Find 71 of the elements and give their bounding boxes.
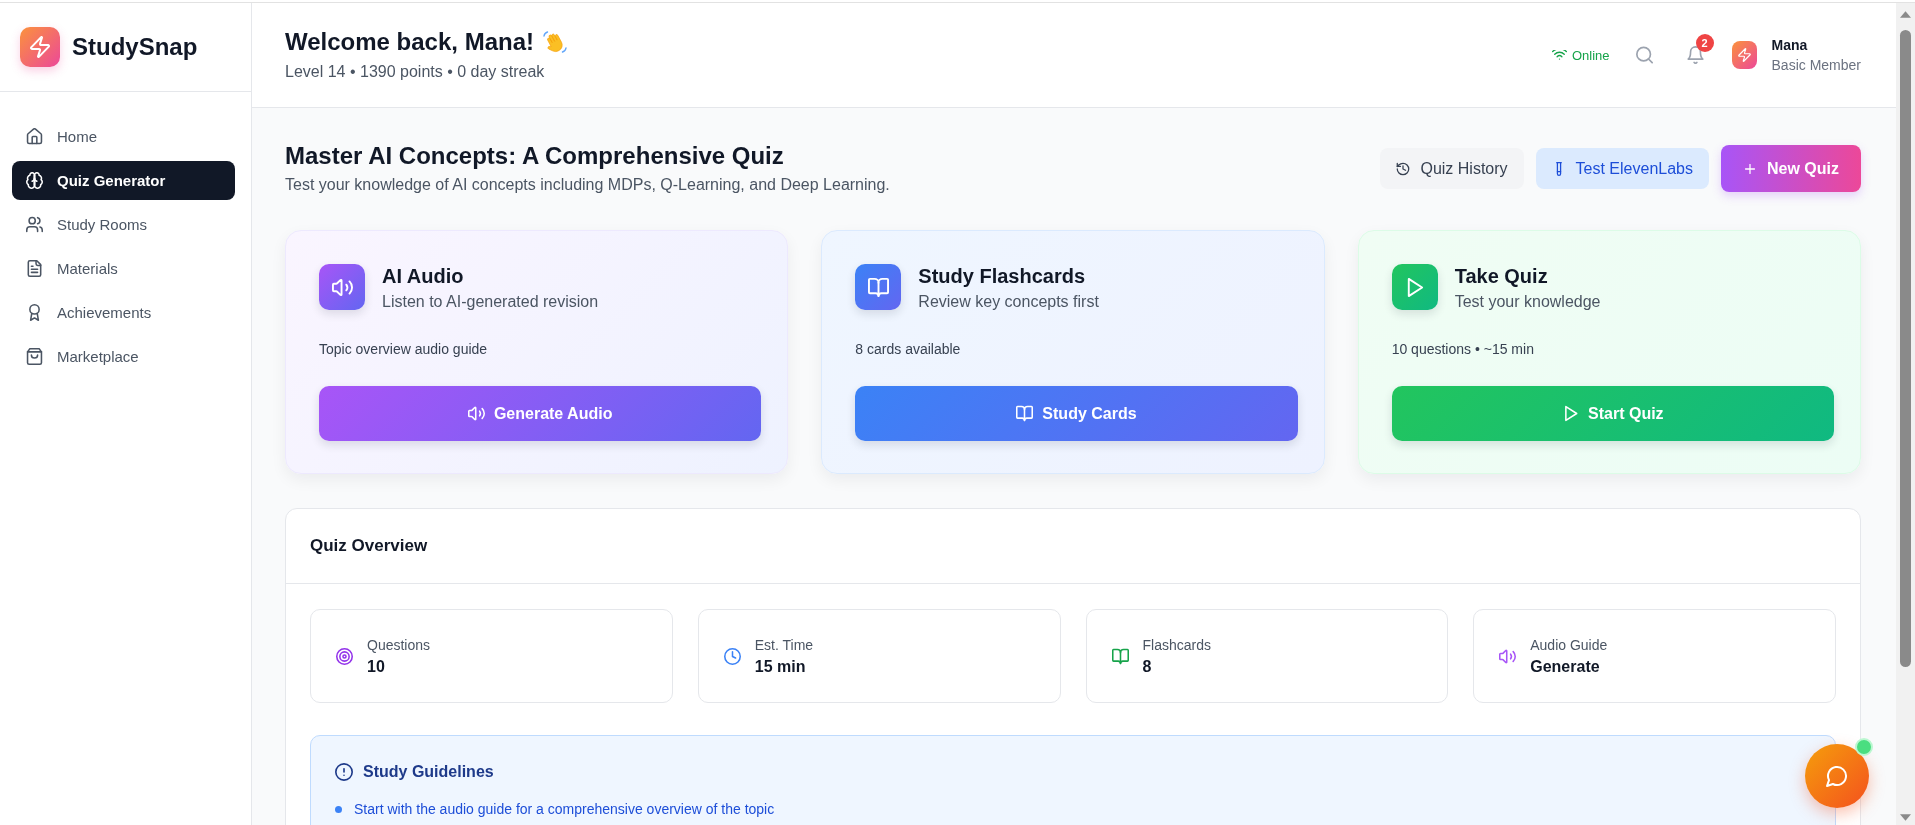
card-title: Take Quiz: [1454, 264, 1549, 288]
test-elevenlabs-button[interactable]: Test ElevenLabs: [1535, 148, 1709, 189]
sidebar-item[interactable]: Achievements: [12, 293, 235, 332]
card-subtitle: Review key concepts first: [918, 292, 1099, 312]
sidebar-item[interactable]: Study Rooms: [12, 205, 235, 244]
sidebar-item[interactable]: Marketplace: [12, 337, 235, 376]
card-detail: Topic overview audio guide: [319, 340, 489, 359]
alert-icon: [335, 763, 353, 781]
card-detail: 10 questions • ~15 min: [1391, 340, 1535, 359]
stat-label: Questions: [367, 635, 431, 654]
stat-value: 10: [367, 656, 386, 677]
stat-value: Generate: [1530, 656, 1601, 677]
open-book-icon: [1016, 405, 1034, 422]
target-icon: [336, 647, 353, 665]
quiz-title: Master AI Concepts: A Comprehensive Quiz: [285, 141, 785, 171]
greeting-title: Welcome back, Mana!: [285, 27, 534, 57]
waving-hand-icon: [542, 29, 568, 55]
plus-icon: [1743, 161, 1757, 176]
overview-title: Quiz Overview: [310, 536, 428, 556]
sidebar-item[interactable]: Quiz Generator: [12, 161, 235, 200]
speaker-icon: [467, 405, 485, 422]
stat-value: 8: [1142, 656, 1153, 677]
quiz-description: Test your knowledge of AI concepts including MDPs, Q-Learning, and Deep Learning.: [285, 175, 890, 195]
scrollbar[interactable]: [1896, 3, 1915, 825]
search-icon[interactable]: [1635, 46, 1653, 64]
scrollbar-thumb[interactable]: [1900, 30, 1911, 667]
history-icon: [1396, 161, 1411, 176]
user-name: Mana: [1771, 36, 1809, 54]
home-icon: [26, 128, 43, 145]
play-icon: [1391, 264, 1438, 310]
stat-label: Est. Time: [754, 635, 814, 654]
sidebar-item[interactable]: Home: [12, 117, 235, 156]
brain-icon: [26, 172, 43, 189]
guidelines-title: Study Guidelines: [363, 762, 494, 782]
card-subtitle: Test your knowledge: [1454, 292, 1601, 312]
open-book-icon: [1111, 647, 1129, 665]
generate-audio-button[interactable]: Generate Audio: [319, 386, 762, 441]
card-subtitle: Listen to AI-generated revision: [382, 292, 599, 312]
open-book-icon: [855, 264, 902, 310]
connection-status: Online: [1571, 47, 1610, 63]
bell-icon[interactable]: [1686, 46, 1704, 64]
card-title: AI Audio: [382, 264, 465, 288]
user-stats-text: Level 14 • 1390 points • 0 day streak: [285, 62, 546, 82]
stat-label: Flashcards: [1142, 635, 1211, 654]
bullet-icon: [335, 805, 342, 813]
notification-badge: 2: [1695, 34, 1714, 52]
people-icon: [26, 216, 43, 233]
guideline-text: Start with the audio guide for a comprehensive overview of the topic: [354, 800, 775, 819]
document-icon: [26, 260, 43, 277]
clock-icon: [723, 647, 741, 665]
sidebar-item[interactable]: Materials: [12, 249, 235, 288]
speaker-icon: [319, 264, 365, 310]
card-title: Study Flashcards: [918, 264, 1087, 288]
new-quiz-button[interactable]: New Quiz: [1721, 145, 1861, 192]
speaker-icon: [1499, 647, 1517, 665]
study-cards-button[interactable]: Study Cards: [855, 386, 1298, 441]
stat-value: 15 min: [754, 656, 807, 677]
wifi-icon: [1551, 50, 1567, 60]
award-ribbon-icon: [26, 304, 43, 321]
membership-label: Basic Member: [1771, 56, 1861, 74]
avatar-icon[interactable]: [1731, 41, 1757, 69]
play-icon: [1562, 405, 1580, 422]
brand-name: StudySnap: [72, 33, 198, 61]
shopping-bag-icon: [26, 348, 43, 365]
chat-bubble-icon: [1826, 765, 1848, 787]
stat-label: Audio Guide: [1530, 635, 1608, 654]
scroll-up-icon[interactable]: [1900, 11, 1911, 18]
quiz-history-button[interactable]: Quiz History: [1380, 148, 1524, 189]
card-detail: 8 cards available: [855, 340, 962, 359]
lightning-logo-icon: [20, 27, 60, 67]
scroll-down-icon[interactable]: [1900, 814, 1911, 821]
